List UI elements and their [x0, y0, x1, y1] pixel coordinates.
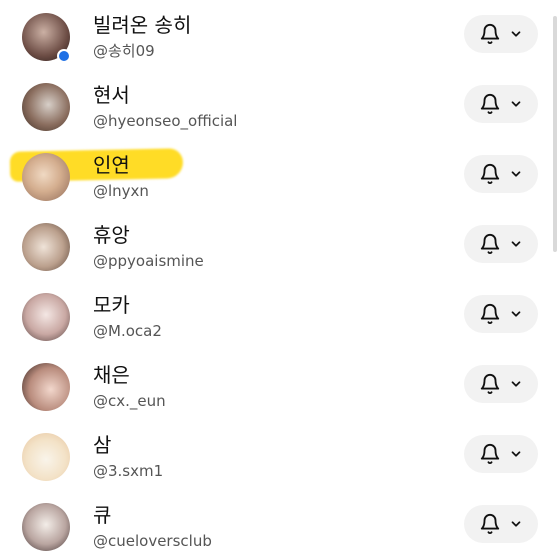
channel-handle: @3.sxm1	[93, 462, 164, 480]
bell-icon	[479, 23, 501, 45]
channel-name[interactable]: 모카	[93, 293, 130, 317]
list-item[interactable]: 큐 @cueloversclub	[0, 490, 548, 560]
bell-icon	[479, 93, 501, 115]
channel-name[interactable]: 채은	[93, 363, 130, 387]
list-item[interactable]: 인연 @lnyxn	[0, 140, 548, 210]
chevron-down-icon	[509, 167, 523, 181]
notification-button[interactable]	[464, 295, 538, 333]
chevron-down-icon	[509, 27, 523, 41]
bell-icon	[479, 303, 501, 325]
notification-button[interactable]	[464, 435, 538, 473]
presence-dot	[57, 49, 71, 63]
bell-icon	[479, 443, 501, 465]
chevron-down-icon	[509, 377, 523, 391]
subscription-list: 빌려온 송히 @송히09 현서 @hyeonseo_official 인연 @l…	[0, 0, 560, 560]
list-item[interactable]: 채은 @cx._eun	[0, 350, 548, 420]
notification-button[interactable]	[464, 85, 538, 123]
notification-button[interactable]	[464, 365, 538, 403]
list-item[interactable]: 현서 @hyeonseo_official	[0, 70, 548, 140]
channel-name[interactable]: 현서	[93, 83, 130, 107]
channel-handle: @cx._eun	[93, 392, 166, 410]
bell-icon	[479, 373, 501, 395]
channel-handle: @ppyoaismine	[93, 252, 204, 270]
notification-button[interactable]	[464, 15, 538, 53]
list-item[interactable]: 삼 @3.sxm1	[0, 420, 548, 490]
bell-icon	[479, 233, 501, 255]
channel-handle: @송히09	[93, 42, 155, 60]
chevron-down-icon	[509, 237, 523, 251]
chevron-down-icon	[509, 517, 523, 531]
avatar[interactable]	[22, 503, 70, 551]
channel-handle: @cueloversclub	[93, 532, 212, 550]
channel-handle: @lnyxn	[93, 182, 149, 200]
avatar[interactable]	[22, 363, 70, 411]
bell-icon	[479, 513, 501, 535]
avatar[interactable]	[22, 433, 70, 481]
channel-name[interactable]: 휴앙	[93, 223, 130, 247]
list-item[interactable]: 휴앙 @ppyoaismine	[0, 210, 548, 280]
avatar[interactable]	[22, 293, 70, 341]
list-item[interactable]: 모카 @M.oca2	[0, 280, 548, 350]
channel-handle: @M.oca2	[93, 322, 162, 340]
channel-name[interactable]: 삼	[93, 433, 111, 457]
list-item[interactable]: 빌려온 송히 @송히09	[0, 0, 548, 70]
notification-button[interactable]	[464, 225, 538, 263]
chevron-down-icon	[509, 97, 523, 111]
chevron-down-icon	[509, 307, 523, 321]
channel-name[interactable]: 큐	[93, 503, 111, 527]
avatar[interactable]	[22, 153, 70, 201]
channel-name[interactable]: 인연	[93, 153, 130, 177]
channel-name[interactable]: 빌려온 송히	[93, 13, 191, 37]
bell-icon	[479, 163, 501, 185]
avatar[interactable]	[22, 83, 70, 131]
avatar[interactable]	[22, 223, 70, 271]
channel-handle: @hyeonseo_official	[93, 112, 238, 130]
notification-button[interactable]	[464, 155, 538, 193]
scrollbar[interactable]	[553, 16, 557, 252]
chevron-down-icon	[509, 447, 523, 461]
notification-button[interactable]	[464, 505, 538, 543]
